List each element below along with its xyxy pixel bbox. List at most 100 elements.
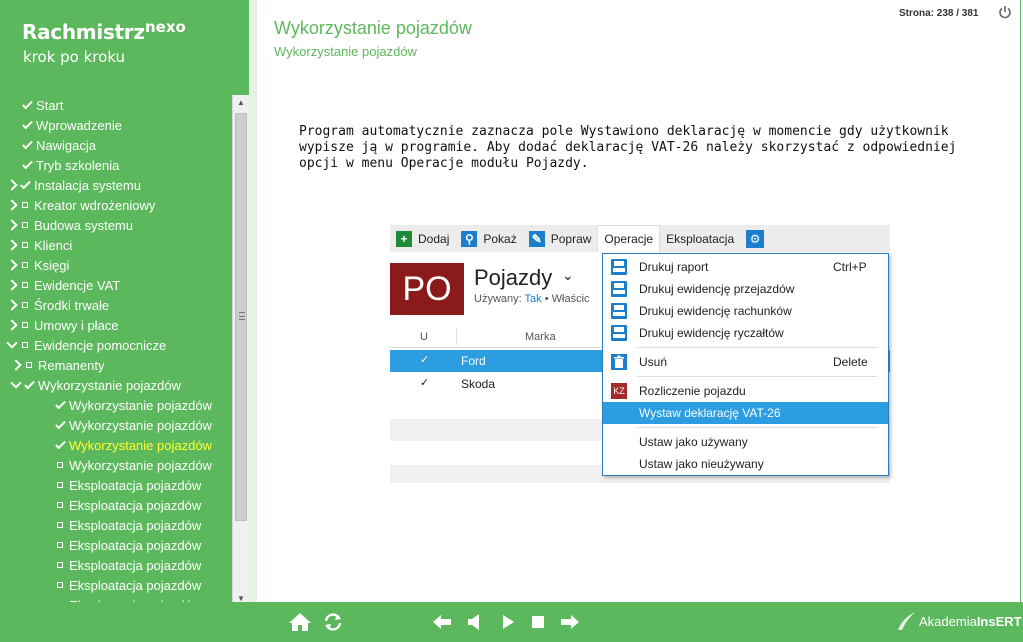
tree-item-label: Eksploatacja pojazdów [69,517,202,533]
akademia-logo: Akademia InsERT [895,610,1022,632]
tree-item[interactable]: Ewidencje VAT [6,275,120,295]
power-icon[interactable] [998,5,1012,19]
tree-scrollbar[interactable]: ▲ ▼ [232,95,249,605]
exploitation-button[interactable]: Eksploatacja [660,225,740,252]
gear-icon[interactable]: ⚙ [746,229,765,248]
filter-value[interactable]: Tak [525,293,542,305]
tree-item[interactable]: Księgi [6,255,70,275]
app-logo: Rachmistrz nexo krok po kroku [22,18,186,66]
module-toolbar: + Dodaj ⚲ Pokaż ✎ Popraw Operacje Eksplo… [390,225,890,252]
show-button[interactable]: ⚲ Pokaż [455,225,522,252]
menu-item-settlement[interactable]: KZ Rozliczenie pojazdu [603,380,888,402]
refresh-icon[interactable] [322,612,344,632]
tree-item[interactable]: Eksploatacja pojazdów [55,535,201,555]
footer-bar [0,602,1023,642]
menu-item-set-unused[interactable]: Ustaw jako nieużywany [603,453,888,475]
tree-item[interactable]: Remanenty [10,355,104,375]
chevron-down-icon[interactable] [6,337,18,349]
tree-item-label: Księgi [34,257,70,273]
square-icon [57,522,63,528]
chevron-right-icon[interactable] [6,239,18,251]
tree-item[interactable]: Klienci [6,235,72,255]
play-icon[interactable] [501,612,515,632]
row-name: Skoda [461,377,496,391]
chevron-down-icon[interactable]: ⌄ [562,267,574,284]
square-icon [22,262,28,268]
square-icon [22,242,28,248]
check-icon [22,138,33,149]
row-check: ✓ [420,377,430,389]
check-icon [22,118,33,129]
tree-item[interactable]: Eksploatacja pojazdów [55,575,201,595]
menu-separator [637,376,877,377]
tree-item[interactable]: Wykorzystanie pojazdów [55,435,212,455]
menu-item-print-report[interactable]: Drukuj raport Ctrl+P [603,256,888,278]
tree-item-label: Eksploatacja pojazdów [69,497,202,513]
tree-item[interactable]: Eksploatacja pojazdów [55,555,201,575]
menu-item-print-bills[interactable]: Drukuj ewidencję rachunków [603,300,888,322]
page-subtitle: Wykorzystanie pojazdów [274,44,417,59]
tree-item[interactable]: Kreator wdrożeniowy [6,195,155,215]
operations-menu-button[interactable]: Operacje [597,225,661,252]
edit-label: Popraw [550,231,592,246]
tree-item[interactable]: Wykorzystanie pojazdów [55,455,212,475]
tree-item[interactable]: Eksploatacja pojazdów [55,515,201,535]
column-separator [456,329,457,345]
chevron-right-icon[interactable] [6,179,18,191]
chevron-right-icon[interactable] [6,219,18,231]
tree-item[interactable]: Ewidencje pomocnicze [6,335,166,355]
tree-item[interactable]: Wykorzystanie pojazdów [55,415,212,435]
menu-item-delete[interactable]: Usuń Delete [603,351,888,373]
tree-item-label: Eksploatacja pojazdów [69,477,202,493]
chevron-right-icon[interactable] [6,299,18,311]
home-icon[interactable] [288,612,312,632]
tree-item[interactable]: Wprowadzenie [22,115,122,135]
tree-item[interactable]: Nawigacja [22,135,96,155]
column-u[interactable]: U [420,331,428,343]
show-label: Pokaż [483,231,517,246]
scrollbar-thumb[interactable] [235,113,247,521]
tree-item[interactable]: Wykorzystanie pojazdów [10,375,181,395]
tree-item-label: Wykorzystanie pojazdów [69,397,212,413]
arrow-right-icon[interactable] [560,612,580,632]
arrow-left-icon[interactable] [432,612,452,632]
module-title[interactable]: Pojazdy [474,265,552,291]
menu-item-label: Drukuj ewidencję przejazdów [639,282,795,296]
edit-button[interactable]: ✎ Popraw [523,225,598,252]
tree-item[interactable]: Tryb szkolenia [22,155,119,175]
previous-icon[interactable] [466,612,482,632]
menu-item-print-trips[interactable]: Drukuj ewidencję przejazdów [603,278,888,300]
tree-item[interactable]: Budowa systemu [6,215,133,235]
tree-item-label: Nawigacja [36,137,96,153]
tree-item[interactable]: Środki trwałe [6,295,109,315]
chevron-right-icon[interactable] [6,279,18,291]
chevron-down-icon[interactable] [10,377,22,389]
content-rail [249,0,257,602]
tree-item[interactable]: Start [22,95,63,115]
column-marka[interactable]: Marka [525,331,556,343]
menu-item-set-used[interactable]: Ustaw jako używany [603,431,888,453]
chevron-right-icon[interactable] [10,359,22,371]
tree-item[interactable]: Wykorzystanie pojazdów [55,395,212,415]
module-filter: Używany: Tak • Właścic [474,293,590,305]
chevron-right-icon[interactable] [6,319,18,331]
square-icon [57,462,63,468]
magnifier-icon: ⚲ [461,230,478,247]
stop-icon[interactable] [531,612,545,632]
add-button[interactable]: + Dodaj [390,225,455,252]
logo-main: Rachmistrz [22,20,145,44]
menu-item-label: Drukuj raport [639,260,709,274]
tree-item-label: Budowa systemu [34,217,133,233]
tree-item[interactable]: Umowy i płace [6,315,119,335]
tree-item[interactable]: Eksploatacja pojazdów [55,495,201,515]
tree-item-label: Eksploatacja pojazdów [69,577,202,593]
tree-item-label: Wykorzystanie pojazdów [69,417,212,433]
menu-item-issue-vat26[interactable]: Wystaw deklarację VAT-26 [603,402,888,424]
chevron-right-icon[interactable] [6,199,18,211]
tree-item[interactable]: Instalacja systemu [6,175,141,195]
menu-item-print-lump[interactable]: Drukuj ewidencję ryczałtów [603,322,888,344]
tree-item[interactable]: Eksploatacja pojazdów [55,475,201,495]
chevron-right-icon[interactable] [6,259,18,271]
scroll-up-icon[interactable]: ▲ [233,95,249,109]
square-icon [22,322,28,328]
